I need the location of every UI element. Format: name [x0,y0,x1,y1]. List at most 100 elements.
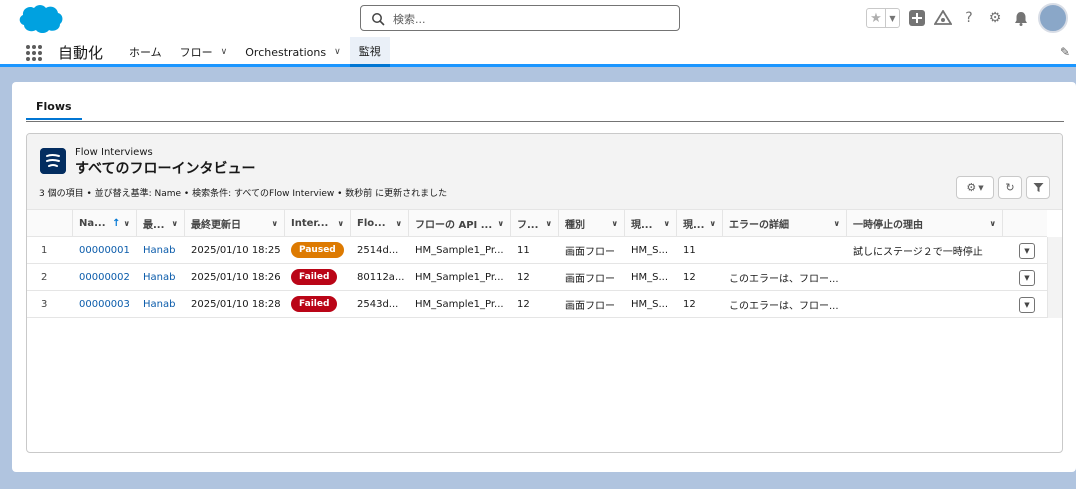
tab-flows[interactable]: Flows [26,94,82,120]
column-header-error-details[interactable]: エラーの詳細 ∨ [723,210,847,236]
column-header-interview-status[interactable]: Inter... ∨ [285,210,351,236]
nav-tab-flows[interactable]: フロー ∨ [171,37,237,67]
chevron-down-icon[interactable]: ∨ [498,219,505,228]
column-header-pause-reason[interactable]: 一時停止の理由 ∨ [847,210,1003,236]
row-action-dropdown-icon[interactable]: ▼ [1019,243,1035,259]
column-header-type[interactable]: 種別 ∨ [559,210,625,236]
chevron-down-icon[interactable]: ∨ [834,219,841,228]
column-header-name[interactable]: Na... ↑ ∨ [73,210,137,236]
tab-divider [26,121,1064,122]
interview-name-link[interactable]: 00000002 [73,264,137,290]
chevron-down-icon[interactable]: ∨ [338,219,345,228]
notifications-bell-icon[interactable] [1012,9,1030,27]
star-icon[interactable]: ★ [867,9,885,27]
chevron-down-icon[interactable]: ∨ [546,219,553,228]
global-actions-plus-icon[interactable] [908,9,926,27]
chevron-down-icon[interactable]: ∨ [334,47,341,57]
flow-cell: 2543d... [357,298,399,310]
filter-button[interactable] [1026,176,1050,199]
nav-tab-monitoring[interactable]: 監視 [349,37,390,67]
column-header-last-modified[interactable]: 最終更新日 ∨ [185,210,285,236]
row-action-dropdown-icon[interactable]: ▼ [1019,297,1035,313]
favorites-dropdown-icon[interactable]: ▼ [885,9,899,27]
column-header-flow-api-name[interactable]: フローの API ... ∨ [409,210,511,236]
refresh-button[interactable]: ↻ [998,176,1022,199]
interview-name-link[interactable]: 00000003 [73,291,137,317]
list-view-meta: 3 個の項目 • 並び替え基準: Name • 検索条件: すべてのFlow I… [39,189,448,199]
error-details-cell: このエラーは、フロー... [729,273,839,285]
chevron-down-icon[interactable]: ∨ [124,219,131,228]
flow-api-name-cell: HM_Sample1_Pr... [415,271,504,283]
interview-name-link[interactable]: 00000001 [73,237,137,263]
nav-tab-label: 監視 [358,44,381,58]
row-action-dropdown-icon[interactable]: ▼ [1019,270,1035,286]
header-utility-icons: ★ ▼ ? ⚙ [866,3,1068,33]
type-cell: 画面フロー [565,300,615,312]
list-view-settings-button[interactable]: ⚙ ▼ [956,176,994,199]
refresh-icon: ↻ [1005,181,1015,194]
app-name: 自動化 [58,44,104,62]
flow-cell: 80112a... [357,271,405,283]
chevron-down-icon[interactable]: ∨ [172,219,179,228]
edit-nav-pencil-icon[interactable]: ✎ [1060,45,1070,59]
help-question-icon[interactable]: ? [960,9,978,27]
status-cell: Failed [285,264,351,290]
row-number: 1 [41,244,48,256]
table-header-row: Na... ↑ ∨ 最... ∨ 最終更新日 ∨ Inter... ∨ Flo... ∨ … [27,210,1047,237]
flow-api-name-cell: HM_Sample1_Pr... [415,244,504,256]
setup-gear-icon[interactable]: ⚙ [986,9,1004,27]
type-cell: 画面フロー [565,273,615,285]
owner-link[interactable]: Hanab [137,291,185,317]
last-modified-cell: 2025/01/10 18:28 [191,298,281,310]
user-avatar[interactable] [1038,3,1068,33]
owner-link[interactable]: Hanab [137,264,185,290]
table-row: 3 00000003 Hanab 2025/01/10 18:28 Failed… [27,291,1047,318]
app-launcher-waffle-icon[interactable] [26,45,42,61]
row-number: 2 [41,271,48,283]
nav-tabs: ホーム フロー ∨ Orchestrations ∨ 監視 [120,37,390,67]
chevron-down-icon[interactable]: ∨ [396,219,403,228]
last-modified-cell: 2025/01/10 18:26 [191,271,281,283]
column-header-current-element[interactable]: 現... ∨ [625,210,677,236]
list-view-title[interactable]: すべてのフローインタビュー [75,158,255,178]
chevron-down-icon[interactable]: ∨ [612,219,619,228]
global-header: 検索... ★ ▼ ? ⚙ [0,0,1076,37]
flow-api-name-cell: HM_Sample1_Pr... [415,298,504,310]
status-badge: Failed [291,296,338,312]
error-details-cell [723,237,847,263]
nav-tab-orchestrations[interactable]: Orchestrations ∨ [236,37,349,67]
global-search-box[interactable]: 検索... [360,5,680,31]
pause-reason-cell [847,264,1003,290]
object-label: Flow Interviews [75,147,153,158]
trailhead-guidance-icon[interactable] [934,9,952,27]
chevron-down-icon[interactable]: ∨ [221,47,228,57]
chevron-down-icon[interactable]: ∨ [664,219,671,228]
flow-version-cell: 12 [517,271,530,283]
row-number-header [27,210,73,236]
chevron-down-icon[interactable]: ∨ [710,219,717,228]
column-header-current-version[interactable]: 現... ∨ [677,210,723,236]
status-cell: Failed [285,291,351,317]
current-element-cell: HM_S... [631,271,669,283]
column-header-owner[interactable]: 最... ∨ [137,210,185,236]
status-badge: Paused [291,242,344,258]
column-header-flow-version[interactable]: フ... ∨ [511,210,559,236]
column-header-actions [1003,210,1047,236]
table-row: 2 00000002 Hanab 2025/01/10 18:26 Failed… [27,264,1047,291]
chevron-down-icon[interactable]: ∨ [990,219,997,228]
chevron-down-icon[interactable]: ∨ [272,219,279,228]
salesforce-cloud-logo[interactable] [14,3,64,35]
owner-link[interactable]: Hanab [137,237,185,263]
flow-object-icon [40,148,66,174]
app-navigation-bar: 自動化 ホーム フロー ∨ Orchestrations ∨ 監視 ✎ [0,37,1076,67]
nav-tab-label: ホーム [129,46,162,59]
type-cell: 画面フロー [565,246,615,258]
favorites-control[interactable]: ★ ▼ [866,8,900,28]
error-details-cell: このエラーは、フロー... [729,300,839,312]
column-header-flow[interactable]: Flo... ∨ [351,210,409,236]
list-view-controls: ⚙ ▼ ↻ [956,176,1050,199]
flow-version-cell: 12 [517,298,530,310]
table-scrollbar[interactable] [1047,237,1062,318]
gear-icon: ⚙ [966,181,977,194]
nav-tab-home[interactable]: ホーム [120,37,171,67]
